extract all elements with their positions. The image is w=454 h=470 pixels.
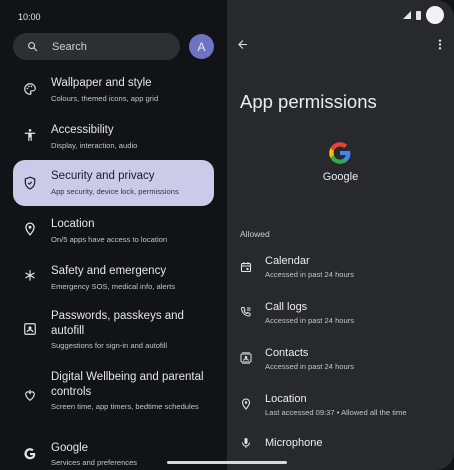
permission-subtitle: Last accessed 09:37 • Allowed all the ti… [265,408,407,417]
calendar-icon [240,262,252,273]
call-log-icon [240,307,251,317]
settings-item-title: Security and privacy [51,170,155,182]
palette-icon [24,83,36,95]
contacts-icon [240,352,252,364]
back-arrow-icon[interactable] [236,38,249,51]
permission-item-location[interactable]: Location Last accessed 09:37 • Allowed a… [227,390,454,424]
permission-subtitle: Accessed in past 24 hours [265,362,355,371]
google-g-icon [24,448,36,460]
settings-item-subtitle: App security, device lock, permissions [51,187,179,196]
account-avatar[interactable]: A [189,34,214,59]
settings-item-subtitle: Screen time, app timers, bedtime schedul… [51,402,199,411]
wellbeing-icon [25,389,35,401]
permission-item-contacts[interactable]: Contacts Accessed in past 24 hours [227,344,454,378]
settings-item-digital-wellbeing[interactable]: Digital Wellbeing and parental controls … [13,366,214,426]
settings-item-subtitle: Colours, themed icons, app grid [51,94,159,103]
settings-item-google[interactable]: Google Services and preferences [13,436,214,470]
permission-title: Microphone [265,437,323,449]
screen: Search A Wallpaper and style Colours, th… [0,0,454,470]
section-header-allowed: Allowed [240,229,270,239]
microphone-icon [242,438,250,448]
settings-item-subtitle: Suggestions for sign-in and autofill [51,341,168,350]
accessibility-icon [24,129,36,141]
permission-title: Contacts [265,347,309,359]
permission-item-call-logs[interactable]: Call logs Accessed in past 24 hours [227,298,454,332]
permission-title: Calendar [265,255,310,267]
app-name: Google [322,171,359,183]
settings-list-pane: Search A Wallpaper and style Colours, th… [0,0,227,470]
app-permissions-pane: App permissions Google Allowed Calendar … [227,0,454,470]
settings-item-title: Digital Wellbeing and parental controls [51,371,204,398]
permission-title: Location [265,393,307,405]
front-camera [426,6,444,24]
battery-icon [416,10,421,20]
settings-item-title: Safety and emergency [51,265,167,277]
search-bar[interactable]: Search [13,33,180,60]
google-logo-icon [329,142,351,164]
shield-icon [24,176,36,190]
location-pin-icon [25,222,35,236]
wifi-signal-icon [403,11,411,19]
search-label: Search [52,40,87,53]
location-pin-icon [241,398,251,410]
settings-item-title: Passwords, passkeys and autofill [51,310,184,337]
settings-item-security-privacy[interactable]: Security and privacy App security, devic… [13,160,214,206]
settings-item-title: Location [51,218,95,230]
settings-item-accessibility[interactable]: Accessibility Display, interaction, audi… [13,117,214,155]
page-title: App permissions [240,91,377,112]
settings-item-subtitle: On/5 apps have access to location [51,235,168,244]
settings-item-wallpaper[interactable]: Wallpaper and style Colours, themed icon… [13,70,214,108]
status-bar: 10:00 [0,0,454,32]
settings-item-safety-emergency[interactable]: Safety and emergency Emergency SOS, medi… [13,258,214,296]
permission-item-calendar[interactable]: Calendar Accessed in past 24 hours [227,252,454,286]
settings-item-subtitle: Display, interaction, audio [51,141,138,150]
settings-item-title: Accessibility [51,124,114,136]
settings-item-passwords[interactable]: Passwords, passkeys and autofill Suggest… [13,305,214,355]
search-icon [28,42,38,52]
more-options-icon[interactable] [437,38,443,51]
permission-subtitle: Accessed in past 24 hours [265,270,355,279]
settings-item-title: Wallpaper and style [51,77,152,89]
permission-title: Call logs [265,301,308,313]
settings-item-title: Google [51,442,89,454]
permission-subtitle: Accessed in past 24 hours [265,316,355,325]
settings-item-location[interactable]: Location On/5 apps have access to locati… [13,211,214,249]
settings-item-subtitle: Emergency SOS, medical info, alerts [51,282,176,291]
gesture-navigation-bar[interactable] [167,461,287,464]
permission-item-microphone[interactable]: Microphone [227,436,454,470]
status-time: 10:00 [18,12,41,22]
asterisk-icon [25,270,35,281]
person-badge-icon [24,323,36,335]
status-icons [403,6,444,24]
